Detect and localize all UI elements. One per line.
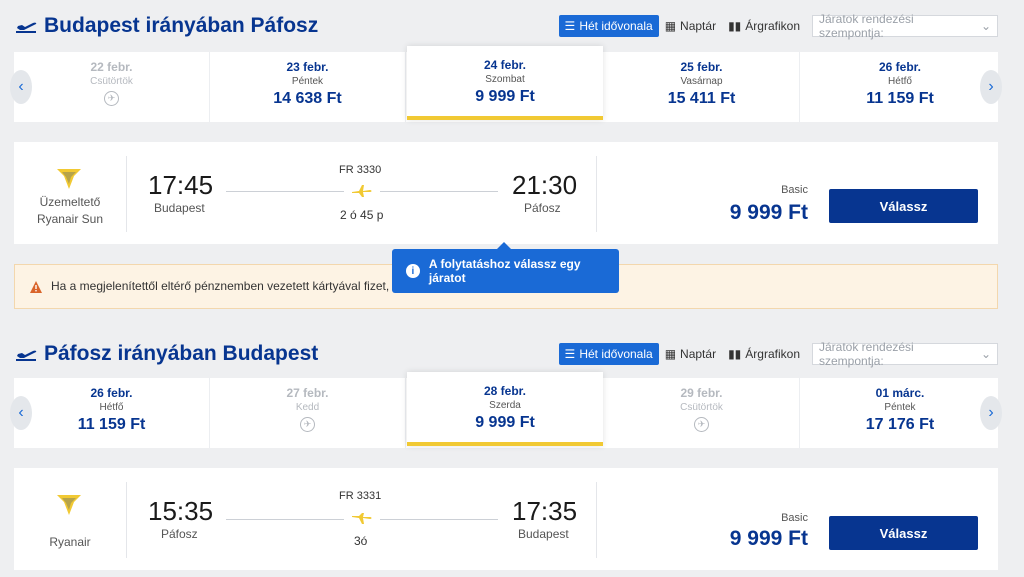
date-cell[interactable]: 23 febr. Péntek 14 638 Ft	[210, 52, 406, 122]
date-cell[interactable]: 01 márc. Péntek 17 176 Ft	[802, 378, 998, 448]
list-icon: ☰	[564, 19, 576, 33]
date-cell-selected[interactable]: 28 febr. Szerda 9 999 Ft	[407, 372, 603, 446]
outbound-title: Budapest irányában Páfosz	[44, 14, 319, 37]
chevron-right-icon: ›	[988, 404, 994, 421]
select-flight-button[interactable]: Válassz	[829, 189, 978, 223]
tab-calendar[interactable]: ▦ Naptár	[659, 343, 722, 365]
outbound-date-strip: ‹ 22 febr. Csütörtök ✈ 23 febr. Péntek 1…	[10, 46, 1002, 122]
date-cell[interactable]: 26 febr. Hétfő 11 159 Ft	[14, 378, 210, 448]
bar-chart-icon: ▮▮	[728, 19, 742, 33]
route-line	[226, 519, 344, 520]
divider	[596, 482, 597, 558]
fare-type: Basic	[781, 512, 808, 524]
outbound-flight-card[interactable]: Üzemeltető Ryanair Sun 17:45 Budapest FR…	[14, 142, 998, 244]
inbound-header: Páfosz irányában Budapest ☰ Hét idővonala…	[14, 340, 998, 370]
inbound-title: Páfosz irányában Budapest	[44, 342, 319, 365]
tab-week-timeline[interactable]: ☰ Hét idővonala	[558, 15, 659, 37]
date-cell[interactable]: 26 febr. Hétfő 11 159 Ft	[802, 52, 998, 122]
tab-week-timeline[interactable]: ☰ Hét idővonala	[558, 343, 659, 365]
calendar-icon: ▦	[664, 347, 677, 361]
warning-icon	[30, 281, 42, 293]
outbound-view-tabs: ☰ Hét idővonala ▦ Naptár ▮▮ Árgrafikon Jára…	[558, 12, 998, 40]
bar-chart-icon: ▮▮	[728, 347, 742, 361]
plane-landing-icon	[352, 513, 372, 524]
inbound-date-strip: ‹ 26 febr. Hétfő 11 159 Ft 27 febr. Kedd…	[10, 372, 1002, 448]
flight-number: FR 3331	[339, 490, 382, 502]
next-week-button[interactable]: ›	[980, 70, 1002, 104]
no-flight-icon: ✈	[300, 417, 315, 432]
date-cell: 27 febr. Kedd ✈	[210, 378, 406, 448]
flight-price: 9 999 Ft	[729, 527, 808, 550]
date-cell: 22 febr. Csütörtök ✈	[14, 52, 210, 122]
arrive-time: 17:35	[512, 496, 578, 526]
flight-number: FR 3330	[339, 164, 382, 176]
flight-duration: 3ó	[354, 534, 368, 548]
plane-takeoff-icon	[16, 22, 37, 33]
chevron-down-icon: ⌄	[980, 19, 991, 33]
depart-city: Budapest	[154, 201, 205, 215]
info-icon: i	[406, 264, 420, 278]
depart-time: 17:45	[148, 170, 214, 200]
tab-calendar[interactable]: ▦ Naptár	[659, 15, 722, 37]
flight-duration: 2 ó 45 p	[340, 208, 384, 222]
date-cell: 29 febr. Csütörtök ✈	[604, 378, 800, 448]
no-flight-icon: ✈	[694, 417, 709, 432]
list-icon: ☰	[564, 347, 576, 361]
sort-select[interactable]: Járatok rendezési szempontja: ⌄	[812, 340, 998, 368]
operator-name: Ryanair	[49, 535, 91, 549]
outbound-header: Budapest irányában Páfosz ☰ Hét idővonala…	[14, 12, 998, 42]
depart-city: Páfosz	[161, 527, 198, 541]
route-line	[380, 191, 498, 192]
chevron-down-icon: ⌄	[980, 347, 991, 361]
divider	[126, 156, 127, 232]
plane-icon	[352, 185, 372, 197]
operator-label: Üzemeltető	[39, 195, 101, 209]
next-week-button[interactable]: ›	[980, 396, 1002, 430]
no-flight-icon: ✈	[104, 91, 119, 106]
plane-takeoff-icon	[16, 350, 37, 361]
inbound-flight-card[interactable]: Ryanair 15:35 Páfosz FR 3331 3ó 17:35 Bu…	[14, 468, 998, 570]
warning-text: Ha a megjelenítettől eltérő pénznemben v…	[51, 279, 400, 293]
fare-type: Basic	[781, 184, 808, 196]
depart-time: 15:35	[148, 496, 214, 526]
ryanair-harp-logo-icon	[57, 169, 81, 189]
route-line	[226, 191, 344, 192]
divider	[596, 156, 597, 232]
date-cell-selected[interactable]: 24 febr. Szombat 9 999 Ft	[407, 46, 603, 120]
tab-price-chart[interactable]: ▮▮ Árgrafikon	[722, 15, 806, 37]
operator-name: Ryanair Sun	[36, 212, 104, 226]
tab-price-chart[interactable]: ▮▮ Árgrafikon	[722, 343, 806, 365]
arrive-city: Budapest	[518, 527, 569, 541]
divider	[126, 482, 127, 558]
flight-price: 9 999 Ft	[729, 201, 808, 224]
calendar-icon: ▦	[664, 19, 677, 33]
arrive-time: 21:30	[512, 170, 578, 200]
select-flight-tooltip: i A folytatáshoz válassz egy járatot	[392, 242, 619, 293]
ryanair-harp-logo-icon	[57, 495, 81, 515]
select-flight-button[interactable]: Válassz	[829, 516, 978, 550]
chevron-right-icon: ›	[988, 78, 994, 95]
inbound-view-tabs: ☰ Hét idővonala ▦ Naptár ▮▮ Árgrafikon Jára…	[558, 340, 998, 368]
arrive-city: Páfosz	[524, 201, 561, 215]
route-line	[380, 519, 498, 520]
date-cell[interactable]: 25 febr. Vasárnap 15 411 Ft	[604, 52, 800, 122]
sort-select[interactable]: Járatok rendezési szempontja: ⌄	[812, 12, 998, 40]
